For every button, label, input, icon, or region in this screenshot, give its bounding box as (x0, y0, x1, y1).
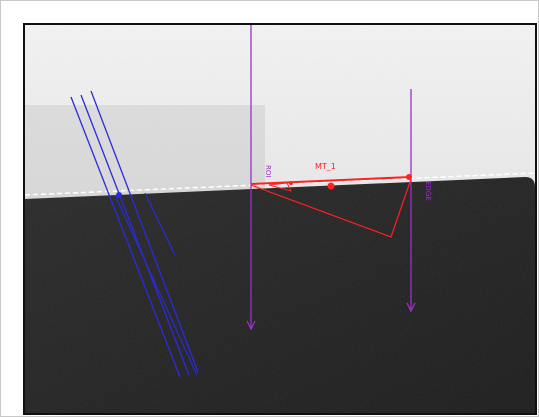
ruler-left-label: ROI (264, 165, 272, 177)
measurement-endpoint[interactable] (406, 174, 412, 180)
image-window: ROI EDGE MT_1 (0, 0, 539, 417)
camera-viewport[interactable]: ROI EDGE MT_1 (23, 23, 537, 415)
measurement-startpoint[interactable] (289, 181, 293, 185)
edge-tool-point[interactable] (116, 192, 122, 198)
ruler-right-label: EDGE (424, 181, 432, 201)
inspection-image[interactable]: ROI EDGE MT_1 (25, 25, 535, 413)
image-noise (25, 25, 535, 413)
measurement-midpoint[interactable] (327, 182, 335, 190)
measurement-label: MT_1 (315, 162, 336, 171)
